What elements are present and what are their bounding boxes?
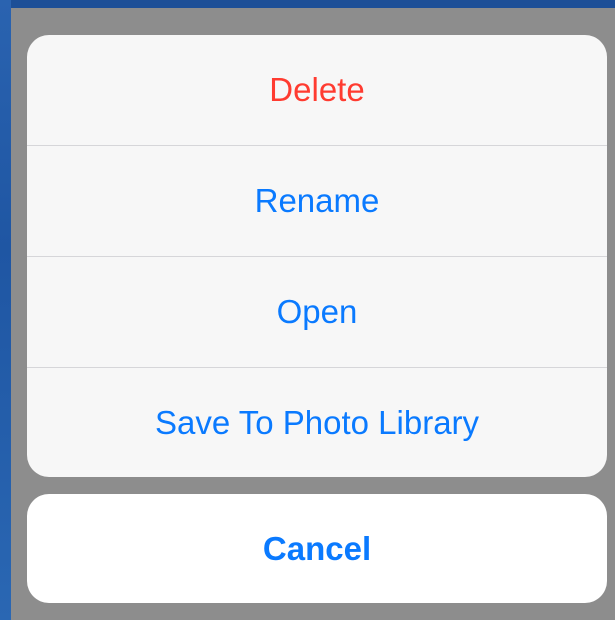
delete-button[interactable]: Delete — [27, 35, 607, 145]
action-sheet-group: Delete Rename Open Save To Photo Library — [27, 35, 607, 477]
open-button[interactable]: Open — [27, 257, 607, 367]
background-top-edge — [0, 0, 615, 8]
rename-button[interactable]: Rename — [27, 146, 607, 256]
cancel-button[interactable]: Cancel — [27, 494, 607, 603]
background-left-edge — [0, 0, 11, 620]
save-to-photo-library-button[interactable]: Save To Photo Library — [27, 368, 607, 477]
